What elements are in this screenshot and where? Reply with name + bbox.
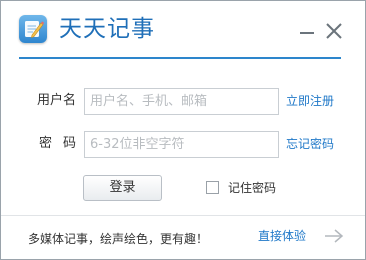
close-icon — [326, 23, 342, 39]
register-link[interactable]: 立即注册 — [286, 92, 334, 110]
close-button[interactable] — [324, 21, 344, 41]
title-bar[interactable]: 天天记事 — [1, 1, 365, 59]
login-button[interactable]: 登录 — [83, 175, 162, 201]
remember-password-label[interactable]: 记住密码 — [228, 179, 276, 197]
password-input[interactable]: 6-32位非空字符 — [84, 131, 279, 158]
login-window: 天天记事 用户名 用户名、手机、邮箱 立即注册 密码 6-32位非空字符 忘记密… — [0, 0, 366, 260]
footer-divider — [1, 215, 365, 216]
remember-password-checkbox[interactable] — [206, 181, 219, 194]
minimize-icon — [300, 32, 314, 34]
try-directly-link[interactable]: 直接体验 — [258, 227, 306, 245]
notepad-pencil-icon — [19, 15, 47, 43]
slogan-text: 多媒体记事，绘声绘色，更有趣！ — [28, 232, 209, 246]
minimize-button[interactable] — [297, 21, 317, 41]
forgot-password-link[interactable]: 忘记密码 — [286, 135, 334, 153]
username-input[interactable]: 用户名、手机、邮箱 — [84, 88, 279, 115]
app-title: 天天记事 — [59, 16, 155, 42]
arrow-right-icon[interactable] — [323, 227, 345, 245]
username-label: 用户名 — [37, 93, 77, 108]
password-label: 密码 — [39, 136, 88, 151]
title-divider — [19, 57, 341, 59]
